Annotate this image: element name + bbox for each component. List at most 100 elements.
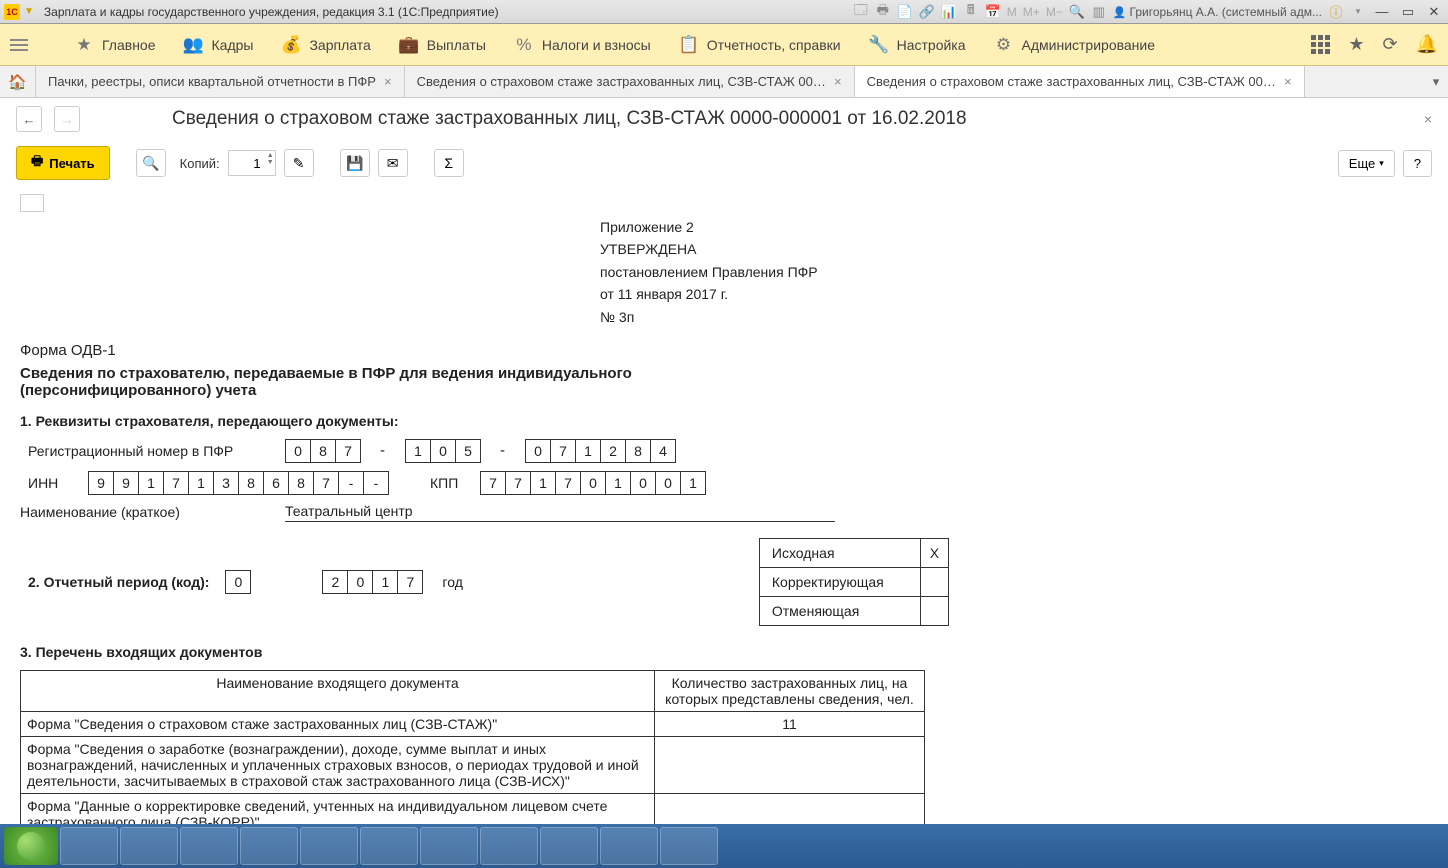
wrench-icon: 🔧: [869, 35, 889, 55]
tab-1[interactable]: Пачки, реестры, описи квартальной отчетн…: [36, 66, 405, 97]
link-icon[interactable]: 🔗: [919, 4, 935, 20]
form-name: Форма ОДВ-1: [20, 342, 1320, 359]
document-body: Приложение 2 УТВЕРЖДЕНА постановлением П…: [0, 186, 1340, 824]
main-menu: ★Главное 👥Кадры 💰Зарплата 💼Выплаты %Нало…: [0, 24, 1448, 66]
app-dropdown-icon[interactable]: ▼: [24, 6, 34, 17]
form-description: Сведения по страхователю, передаваемые в…: [20, 365, 700, 399]
tabs-bar: 🏠 Пачки, реестры, описи квартальной отче…: [0, 66, 1448, 98]
chevron-down-icon[interactable]: ▼: [267, 159, 274, 166]
tab-2[interactable]: Сведения о страховом стаже застрахованны…: [405, 66, 855, 97]
calculator-icon[interactable]: 🖩: [963, 4, 979, 20]
people-icon: 👥: [184, 35, 204, 55]
close-window-button[interactable]: ✕: [1424, 4, 1444, 20]
title-bar: 1C ▼ Зарплата и кадры государственного у…: [0, 0, 1448, 24]
preview-button[interactable]: 🔍: [136, 149, 166, 177]
panel-icon[interactable]: ▥: [1091, 4, 1107, 20]
history-icon[interactable]: ⟳: [1382, 34, 1397, 55]
period-year-cells: 2017: [322, 570, 422, 594]
menu-salary[interactable]: 💰Зарплата: [281, 35, 370, 55]
task-item[interactable]: [660, 827, 718, 865]
bell-icon[interactable]: 🔔: [1416, 34, 1438, 55]
chevron-up-icon[interactable]: ▲: [267, 152, 274, 159]
page-title: Сведения о страховом стаже застрахованны…: [172, 108, 967, 130]
home-tab[interactable]: 🏠: [0, 66, 36, 97]
app-logo-icon: 1C: [4, 4, 20, 20]
task-item[interactable]: [600, 827, 658, 865]
close-icon[interactable]: ×: [384, 74, 392, 89]
size-m-icon[interactable]: M: [1007, 5, 1017, 19]
star-icon: ★: [74, 35, 94, 55]
content-area: ← → Сведения о страховом стаже застрахов…: [0, 98, 1448, 824]
compare-icon[interactable]: 📊: [941, 4, 957, 20]
close-icon[interactable]: ×: [834, 74, 842, 89]
type-initial-check: X: [920, 539, 948, 567]
toolbar: 🖶Печать 🔍 Копий: ▲▼ ✎ 💾 ✉ Σ Еще▾ ?: [0, 140, 1448, 186]
type-cancelling-check: [920, 597, 948, 625]
sum-button[interactable]: Σ: [434, 149, 464, 177]
kpp-cells: 771701001: [480, 471, 705, 495]
document-icon[interactable]: 📄: [897, 4, 913, 20]
approval-block: Приложение 2 УТВЕРЖДЕНА постановлением П…: [600, 216, 1320, 328]
close-page-button[interactable]: ×: [1424, 111, 1432, 127]
menu-admin[interactable]: ⚙Администрирование: [994, 35, 1156, 55]
reg-number-label: Регистрационный номер в ПФР: [20, 443, 275, 459]
start-button[interactable]: [4, 827, 58, 865]
nav-back-button[interactable]: ←: [16, 106, 42, 132]
info-icon[interactable]: ⓘ: [1328, 4, 1344, 20]
selection-handle[interactable]: [20, 194, 44, 212]
print-button[interactable]: 🖶Печать: [16, 146, 110, 180]
apps-grid-icon[interactable]: [1311, 35, 1330, 54]
task-item[interactable]: [120, 827, 178, 865]
reg-part-3: 071284: [525, 439, 675, 463]
document-scroll[interactable]: Приложение 2 УТВЕРЖДЕНА постановлением П…: [0, 186, 1448, 824]
minimize-button[interactable]: —: [1372, 4, 1392, 20]
user-icon: [1113, 5, 1127, 19]
menu-settings[interactable]: 🔧Настройка: [869, 35, 966, 55]
task-item[interactable]: [360, 827, 418, 865]
copies-stepper[interactable]: ▲▼: [228, 150, 276, 176]
wallet-icon: 💼: [399, 35, 419, 55]
type-correcting-check: [920, 568, 948, 596]
mail-button[interactable]: ✉: [378, 149, 408, 177]
size-mplus-icon[interactable]: M+: [1023, 5, 1040, 19]
table-row: Форма "Сведения о страховом стаже застра…: [21, 711, 925, 736]
help-button[interactable]: ?: [1403, 150, 1432, 177]
period-code-cells: 0: [225, 570, 250, 594]
close-icon[interactable]: ×: [1284, 74, 1292, 89]
menu-main[interactable]: ★Главное: [74, 35, 156, 55]
more-button[interactable]: Еще▾: [1338, 150, 1395, 177]
print-icon[interactable]: 🖶: [875, 4, 891, 20]
task-item[interactable]: [60, 827, 118, 865]
favorite-icon[interactable]: ★: [1348, 34, 1364, 55]
year-label: год: [442, 574, 462, 590]
save-button[interactable]: 💾: [340, 149, 370, 177]
task-item[interactable]: [480, 827, 538, 865]
tabs-dropdown-icon[interactable]: ▾: [1424, 66, 1448, 97]
menu-reports[interactable]: 📋Отчетность, справки: [679, 35, 841, 55]
print-preview-icon[interactable]: 🗔: [853, 4, 869, 20]
size-mminus-icon[interactable]: M−: [1046, 5, 1063, 19]
taskbar: [0, 824, 1448, 868]
user-info[interactable]: Григорьянц А.А. (системный адм...: [1113, 5, 1322, 19]
calendar-icon[interactable]: 📅: [985, 4, 1001, 20]
task-item[interactable]: [180, 827, 238, 865]
menu-staff[interactable]: 👥Кадры: [184, 35, 254, 55]
section-3-header: 3. Перечень входящих документов: [20, 644, 1320, 660]
gear-icon: ⚙: [994, 35, 1014, 55]
task-item[interactable]: [420, 827, 478, 865]
edit-button[interactable]: ✎: [284, 149, 314, 177]
zoom-icon[interactable]: 🔍: [1069, 4, 1085, 20]
task-item[interactable]: [540, 827, 598, 865]
task-item[interactable]: [240, 827, 298, 865]
inn-label: ИНН: [20, 475, 78, 491]
menu-burger-icon[interactable]: [10, 39, 28, 51]
info-dropdown-icon[interactable]: ▾: [1350, 4, 1366, 20]
period-label: 2. Отчетный период (код):: [28, 574, 209, 590]
task-item[interactable]: [300, 827, 358, 865]
maximize-button[interactable]: ▭: [1398, 4, 1418, 20]
windows-orb-icon: [17, 832, 45, 860]
menu-taxes[interactable]: %Налоги и взносы: [514, 35, 651, 55]
tab-3[interactable]: Сведения о страховом стаже застрахованны…: [855, 66, 1305, 97]
chevron-down-icon: ▾: [1379, 158, 1384, 169]
menu-payments[interactable]: 💼Выплаты: [399, 35, 486, 55]
